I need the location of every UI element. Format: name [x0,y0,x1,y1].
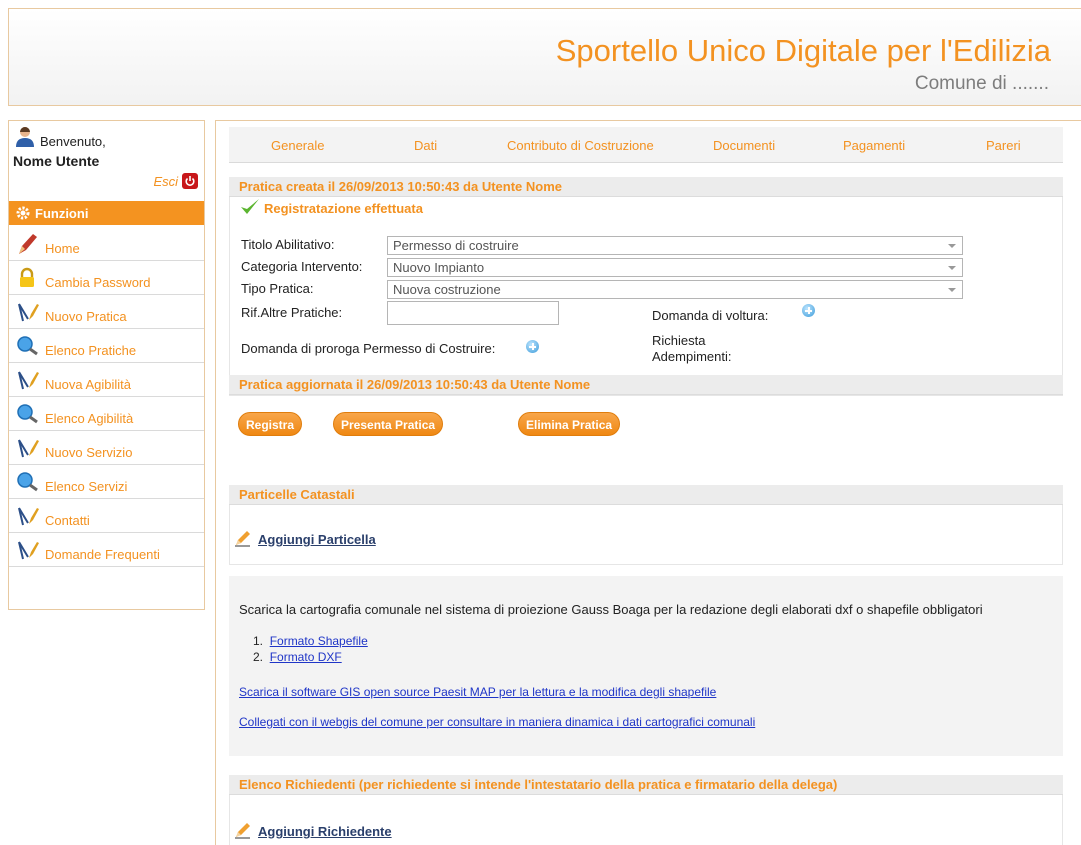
add-particella-link[interactable]: Aggiungi Particella [234,529,376,547]
adempimenti-label: Adempimenti: [652,349,732,364]
particelle-title: Particelle Catastali [229,485,1063,505]
tipo-select[interactable]: Nuova costruzione [387,280,963,299]
sidebar-item-label: Elenco Pratiche [45,343,137,358]
list-item: 1. Formato Shapefile [253,634,368,648]
magnifier-icon [17,472,38,492]
tab-dati[interactable]: Dati [414,138,437,153]
elimina-pratica-button[interactable]: Elimina Pratica [518,412,621,436]
magnifier-icon [17,336,38,356]
sidebar-item-label: Cambia Password [45,275,151,290]
rif-label: Rif.Altre Pratiche: [241,305,343,320]
add-voltura-icon[interactable] [802,304,815,317]
sidebar-item-change-password[interactable]: Cambia Password [9,261,204,295]
cartografia-text: Scarica la cartografia comunale nel sist… [239,602,983,617]
sidebar-item-label: Domande Frequenti [45,547,160,562]
checkmark-icon [241,199,259,214]
functions-header: Funzioni [9,201,204,225]
sidebar-item-label: Home [45,241,80,256]
practice-updated-bar: Pratica aggiornata il 26/09/2013 10:50:4… [229,375,1063,395]
richiedenti-title: Elenco Richiedenti (per richiedente si i… [229,775,1063,795]
user-name: Nome Utente [13,153,100,169]
tab-generale[interactable]: Generale [271,138,324,153]
add-proroga-icon[interactable] [526,340,539,353]
page-header: Sportello Unico Digitale per l'Edilizia … [8,8,1081,106]
titolo-label: Titolo Abilitativo: [241,237,335,252]
add-particella-label: Aggiungi Particella [258,532,376,547]
magnifier-icon [17,404,38,424]
site-title: Sportello Unico Digitale per l'Edilizia [555,33,1051,68]
webgis-link[interactable]: Collegati con il webgis del comune per c… [239,715,755,729]
sidebar-item-label: Contatti [45,513,90,528]
compass-pencil-icon [18,439,39,458]
sidebar-item-new-service[interactable]: Nuovo Servizio [9,431,204,465]
sidebar-nav: Home Cambia Password Nuovo Pratica Elenc… [9,227,204,567]
sidebar-item-home[interactable]: Home [9,227,204,261]
shapefile-link[interactable]: Formato Shapefile [270,634,368,648]
welcome-box: Benvenuto, Nome Utente [12,125,202,169]
titolo-select[interactable]: Permesso di costruire [387,236,963,255]
sidebar-item-new-agibility[interactable]: Nuova Agibilità [9,363,204,397]
gis-software-link[interactable]: Scarica il software GIS open source Paes… [239,685,716,699]
sidebar-item-label: Nuovo Pratica [45,309,127,324]
power-icon [182,173,198,189]
edit-pencil-icon [235,531,250,547]
sidebar-item-service-list[interactable]: Elenco Servizi [9,465,204,499]
tipo-label: Tipo Pratica: [241,281,314,296]
list-item: 2. Formato DXF [253,650,342,664]
success-message: Registratazione effettuata [240,198,423,216]
sidebar-item-practice-list[interactable]: Elenco Pratiche [9,329,204,363]
chevron-down-icon [948,288,956,292]
sidebar-item-new-practice[interactable]: Nuovo Pratica [9,295,204,329]
main-content: Generale Dati Contributo di Costruzione … [215,120,1081,845]
compass-pencil-icon [18,541,39,560]
logout-label: Esci [153,173,178,189]
sidebar-item-faq[interactable]: Domande Frequenti [9,533,204,567]
add-richiedente-label: Aggiungi Richiedente [258,824,392,839]
registra-button[interactable]: Registra [238,412,303,436]
cartografia-box: Scarica la cartografia comunale nel sist… [229,576,1063,756]
tipo-value: Nuova costruzione [393,282,501,297]
edit-pencil-icon [235,823,250,839]
sidebar-item-label: Elenco Agibilità [45,411,134,426]
sidebar-item-agibility-list[interactable]: Elenco Agibilità [9,397,204,431]
tab-contributo-costruzione[interactable]: Contributo di Costruzione [507,138,654,153]
sidebar-item-label: Elenco Servizi [45,479,128,494]
tab-bar: Generale Dati Contributo di Costruzione … [229,127,1063,163]
sidebar-item-contacts[interactable]: Contatti [9,499,204,533]
lock-icon [20,267,34,287]
user-icon [16,127,34,147]
categoria-select[interactable]: Nuovo Impianto [387,258,963,277]
add-richiedente-link[interactable]: Aggiungi Richiedente [234,821,392,839]
functions-title: Funzioni [35,205,89,221]
sidebar-item-label: Nuovo Servizio [45,445,133,460]
practice-created-bar: Pratica creata il 26/09/2013 10:50:43 da… [229,177,1063,197]
compass-pencil-icon [18,507,39,526]
sidebar-item-label: Nuova Agibilità [45,377,131,392]
welcome-text: Benvenuto, [40,134,106,149]
success-text: Registratazione effettuata [264,201,423,216]
voltura-label: Domanda di voltura: [652,308,769,323]
site-subtitle: Comune di ....... [914,73,1049,94]
gear-icon [16,206,30,220]
titolo-value: Permesso di costruire [393,238,519,253]
proroga-label: Domanda di proroga Permesso di Costruire… [241,341,496,356]
compass-pencil-icon [18,371,39,390]
chevron-down-icon [948,244,956,248]
tab-pareri[interactable]: Pareri [986,138,1021,153]
rif-input[interactable] [387,301,559,325]
sidebar: Benvenuto, Nome Utente Esci Funzioni Hom… [8,120,205,610]
categoria-value: Nuovo Impianto [393,260,485,275]
dxf-link[interactable]: Formato DXF [270,650,342,664]
categoria-label: Categoria Intervento: [241,259,363,274]
compass-pencil-icon [18,303,39,322]
pencil-icon [19,234,37,254]
presenta-pratica-button[interactable]: Presenta Pratica [333,412,444,436]
tab-documenti[interactable]: Documenti [713,138,775,153]
cartografia-list: 1. Formato Shapefile 2. Formato DXF [253,634,368,666]
logout-link[interactable]: Esci [153,173,198,189]
richiesta-label: Richiesta [652,333,706,348]
tab-pagamenti[interactable]: Pagamenti [843,138,905,153]
chevron-down-icon [948,266,956,270]
